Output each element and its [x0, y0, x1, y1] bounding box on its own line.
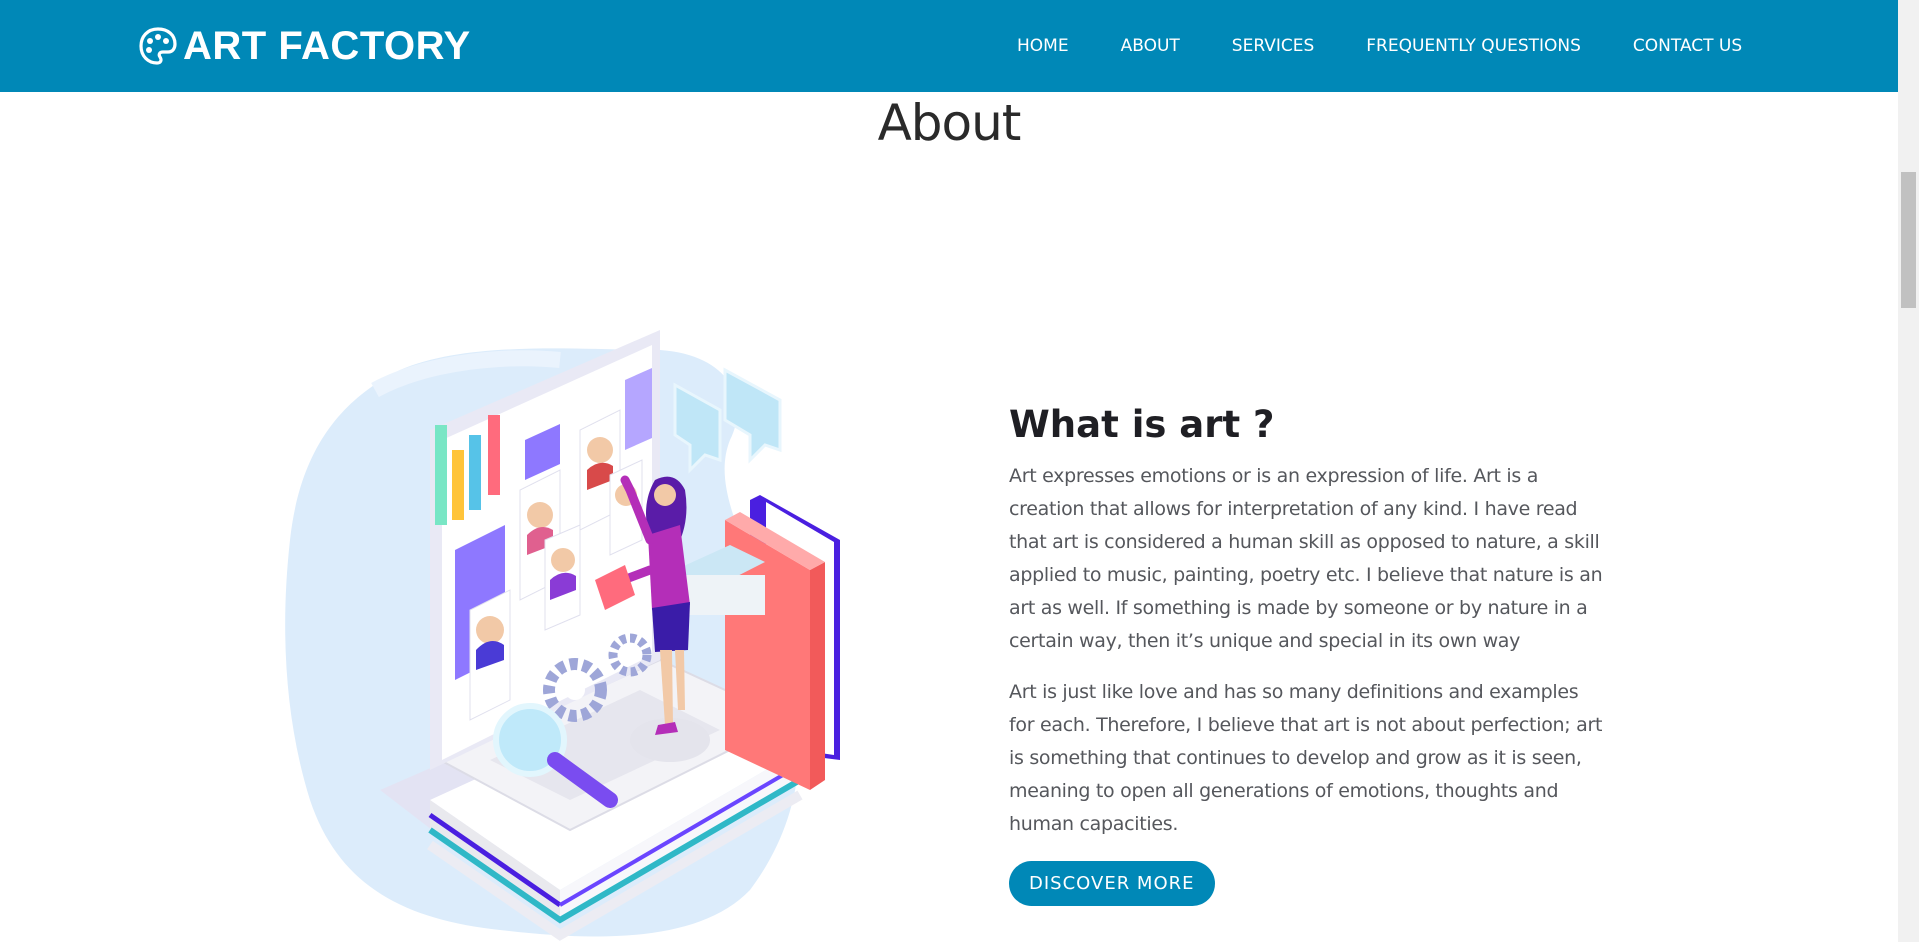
nav-services[interactable]: SERVICES: [1232, 34, 1314, 58]
scrollbar-thumb[interactable]: [1901, 172, 1916, 308]
site-header: ART FACTORY HOME ABOUT SERVICES FREQUENT…: [0, 0, 1898, 92]
nav-home[interactable]: HOME: [1017, 34, 1069, 58]
nav-faq[interactable]: FREQUENTLY QUESTIONS: [1366, 34, 1581, 58]
about-heading: What is art ?: [1009, 403, 1275, 446]
brand-logo[interactable]: ART FACTORY: [137, 24, 471, 68]
discover-more-button[interactable]: DISCOVER MORE: [1009, 861, 1215, 906]
palette-icon: [139, 27, 177, 65]
section-title: About: [877, 94, 1022, 152]
nav-contact[interactable]: CONTACT US: [1633, 34, 1742, 58]
about-content: What is art ? Art expresses emotions or …: [1009, 400, 1609, 906]
nav-about[interactable]: ABOUT: [1121, 34, 1180, 58]
about-paragraph-2: Art is just like love and has so many de…: [1009, 681, 1603, 835]
about-paragraph-1: Art expresses emotions or is an expressi…: [1009, 465, 1603, 652]
about-illustration: [285, 330, 840, 941]
page-scrollbar[interactable]: [1898, 0, 1919, 942]
main-nav: HOME ABOUT SERVICES FREQUENTLY QUESTIONS…: [1017, 34, 1742, 58]
brand-name: ART FACTORY: [183, 24, 471, 68]
